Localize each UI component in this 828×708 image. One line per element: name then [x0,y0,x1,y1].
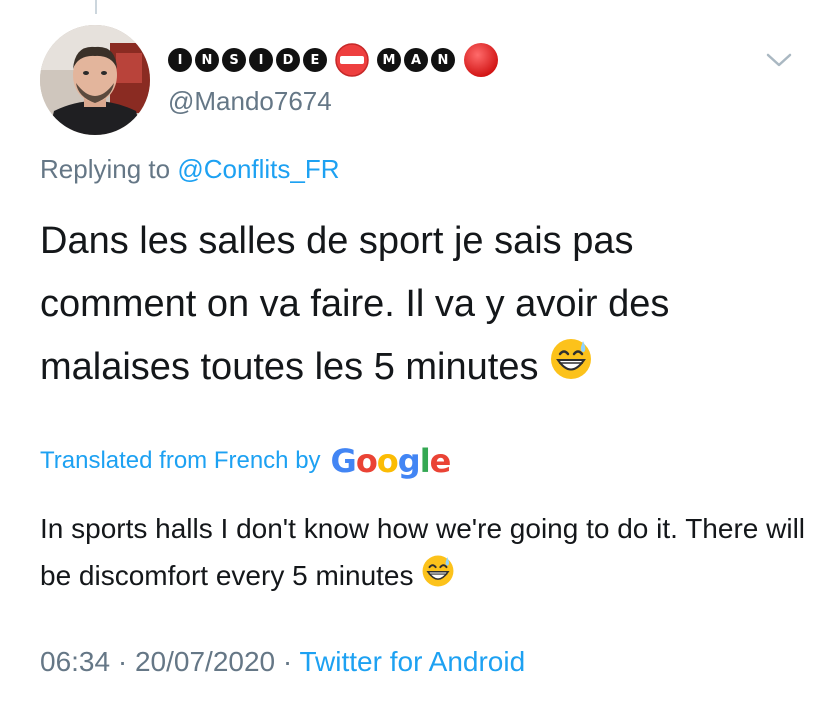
replying-to-label: Replying to [40,154,178,184]
grinning-sweat-emoji-icon [421,554,455,602]
grinning-sweat-emoji-icon [549,337,593,401]
user-handle[interactable]: @Mando7674 [168,86,332,117]
display-name-letter: M [377,48,401,72]
tweet-date: 20/07/2020 [134,646,276,677]
display-name-letter: D [276,48,300,72]
translated-text: In sports halls I don't know how we're g… [40,505,810,602]
display-name[interactable]: I N S I D E M A N [168,40,500,80]
red-circle-icon [462,41,500,79]
display-name-letter: I [168,48,192,72]
display-name-letter: S [222,48,246,72]
display-name-letter: N [195,48,219,72]
meta-separator: · [117,646,128,677]
display-name-letter: N [431,48,455,72]
tweet-text: Dans les salles de sport je sais pas com… [40,210,800,401]
google-logo: Google [330,442,452,480]
replying-to-mention-link[interactable]: @Conflits_FR [177,154,339,184]
tweet-source-link[interactable]: Twitter for Android [300,646,526,677]
meta-separator: · [282,646,293,677]
avatar[interactable] [40,25,150,135]
avatar-photo [40,25,150,135]
display-name-letter: I [249,48,273,72]
display-name-letter: A [404,48,428,72]
tweet-time: 06:34 [40,646,111,677]
no-entry-icon [334,42,370,78]
translation-attribution: Translated from French by Google [40,438,452,484]
display-name-letter: E [303,48,327,72]
chevron-down-icon[interactable] [765,50,793,70]
tweet-metadata: 06:34 · 20/07/2020 · Twitter for Android [40,646,525,678]
replying-to-line: Replying to @Conflits_FR [40,154,340,185]
translated-from-label: Translated from French by [40,447,321,474]
thread-connector-line [95,0,97,14]
